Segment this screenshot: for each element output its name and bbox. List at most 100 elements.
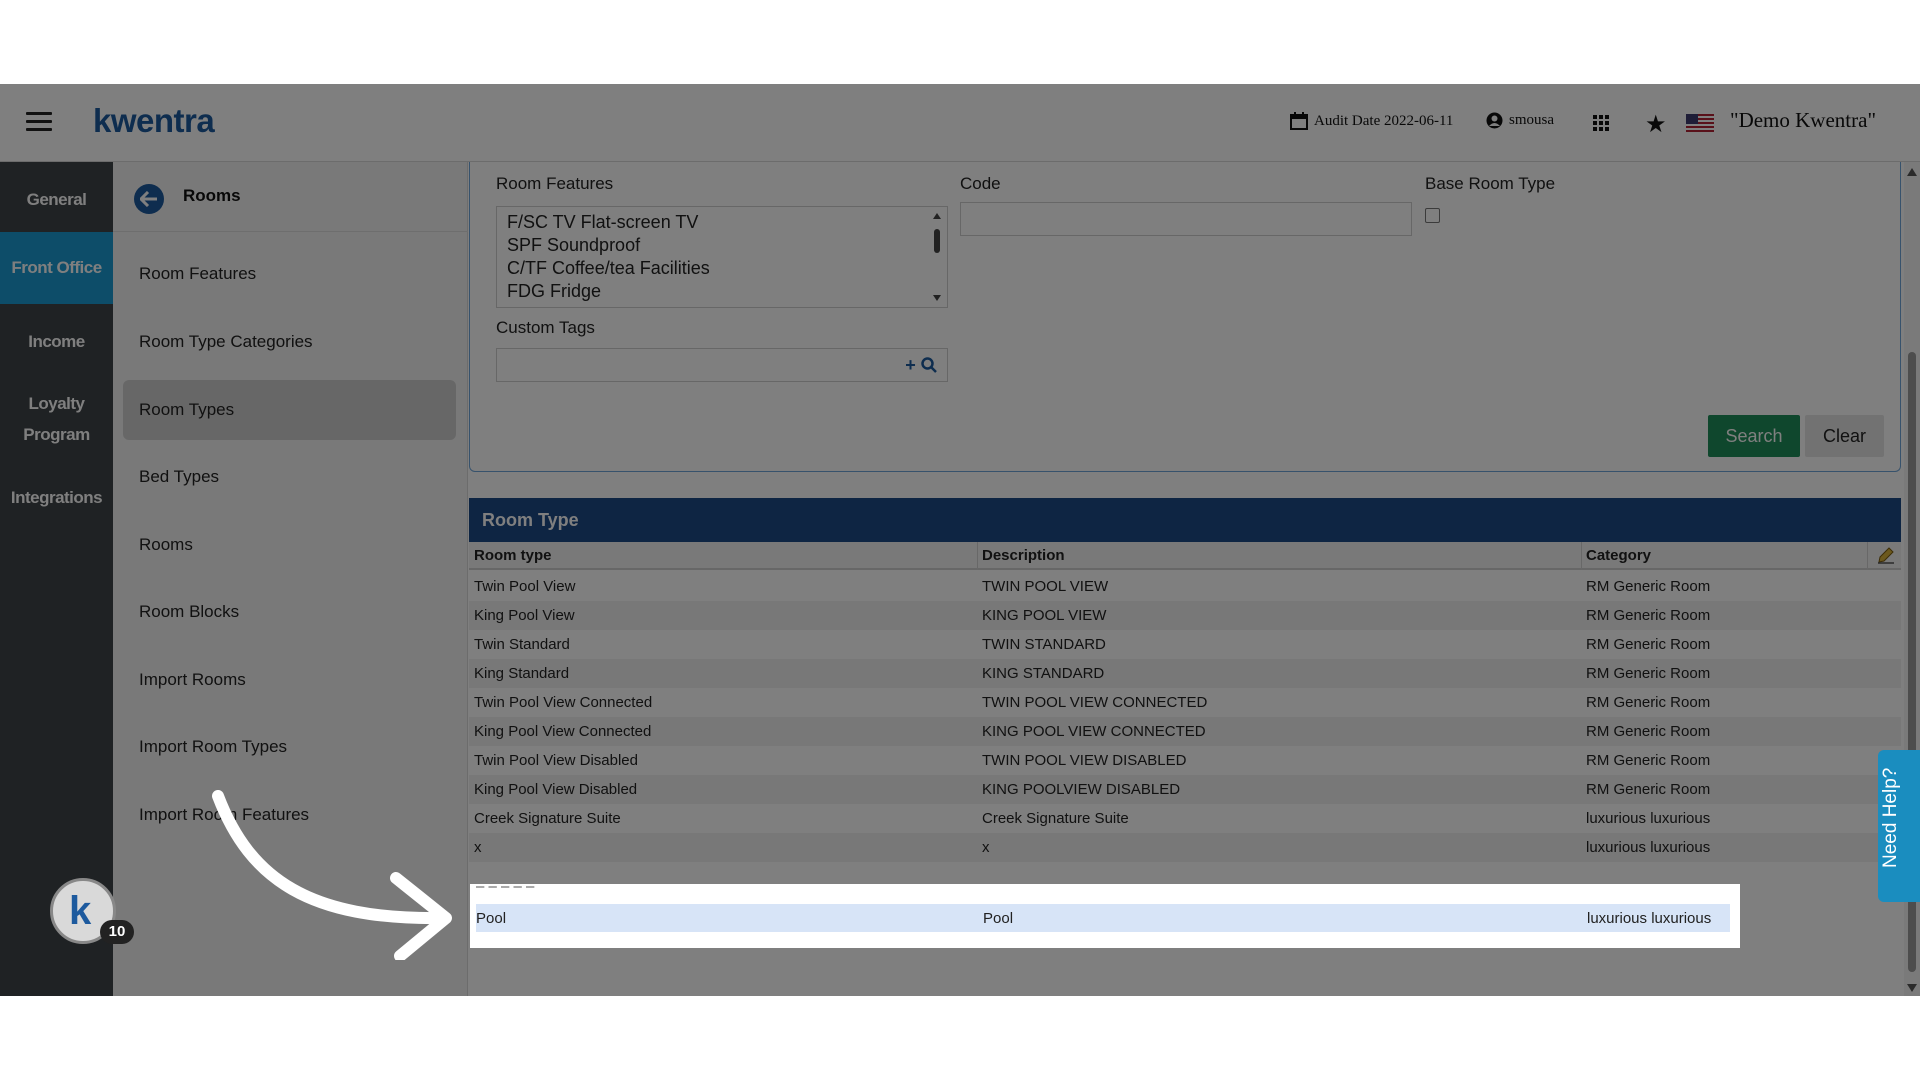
code-input[interactable] (960, 202, 1412, 236)
base-room-type-label: Base Room Type (1425, 174, 1556, 193)
search-button[interactable]: Search (1708, 415, 1800, 457)
edit-pencil-icon[interactable] (1876, 545, 1896, 565)
audit-date[interactable]: Audit Date 2022-06-11 (1290, 112, 1453, 130)
cell-description: KING POOLVIEW DISABLED (982, 781, 1181, 798)
table-row[interactable]: King Pool View Disabled KING POOLVIEW DIS… (469, 775, 1901, 804)
cell-description: TWIN POOL VIEW CONNECTED (982, 694, 1208, 711)
nav-general[interactable]: General (0, 184, 113, 216)
room-feature-option[interactable]: C/TF Coffee/tea Facilities (507, 257, 937, 280)
cell-description: KING POOL VIEW (982, 607, 1107, 624)
cell-description: TWIN STANDARD (982, 636, 1106, 653)
room-features-label: Room Features (496, 174, 614, 193)
cell-category: RM Generic Room (1586, 752, 1711, 769)
column-divider (1581, 542, 1582, 570)
nav-income[interactable]: Income (0, 326, 113, 358)
main-content: Room Features F/SC TV Flat-screen TV SPF… (469, 162, 1904, 996)
partial-row-above: – – – – – (476, 884, 535, 895)
us-flag-icon[interactable] (1686, 114, 1714, 134)
top-bar: kwentra Audit Date 2022-06-11 smousa ★ "… (0, 84, 1920, 162)
cell-room-type: x (474, 839, 482, 856)
room-feature-option[interactable]: F/SC TV Flat-screen TV (507, 211, 937, 234)
table-row[interactable]: Creek Signature Suite Creek Signature Sui… (469, 804, 1901, 833)
room-features-listbox[interactable]: F/SC TV Flat-screen TV SPF Soundproof C/… (496, 206, 948, 308)
cell-category: RM Generic Room (1586, 665, 1711, 682)
k-logo-icon: k (69, 889, 92, 933)
sidebar-item-import-rooms[interactable]: Import Rooms (123, 650, 456, 710)
cell-room-type: King Pool View Disabled (474, 781, 638, 798)
cell-description: KING STANDARD (982, 665, 1105, 682)
table-row[interactable]: Twin Pool View Connected TWIN POOL VIEW C… (469, 688, 1901, 717)
column-header-category[interactable]: Category (1586, 547, 1651, 564)
cell-category: luxurious luxurious (1586, 810, 1711, 827)
main-nav: General Front Office Income Loyalty Prog… (0, 162, 113, 996)
need-help-label: Need Help? (1880, 767, 1901, 868)
highlighted-table-row[interactable]: Pool Pool luxurious luxurious (476, 904, 1730, 932)
sidebar-item-room-features[interactable]: Room Features (123, 244, 456, 304)
scroll-up-icon[interactable] (1907, 168, 1917, 176)
cell-category: RM Generic Room (1586, 694, 1711, 711)
notification-count-badge: 10 (100, 920, 134, 944)
custom-tags-actions: + (895, 348, 948, 382)
column-header-room-type[interactable]: Room type (474, 547, 552, 564)
room-feature-option[interactable]: FDG Fridge (507, 280, 937, 303)
sidebar-title: Rooms (183, 186, 241, 205)
cell-category: RM Generic Room (1586, 636, 1711, 653)
cell-category: RM Generic Room (1586, 578, 1711, 595)
table-row[interactable]: King Pool View KING POOL VIEW RM Generic R… (469, 601, 1901, 630)
sidebar-item-rooms[interactable]: Rooms (123, 515, 456, 575)
table-row[interactable]: King Pool View Connected KING POOL VIEW C… (469, 717, 1901, 746)
cell-room-type: King Standard (474, 665, 570, 682)
nav-front-office[interactable]: Front Office (0, 232, 113, 304)
sidebar-item-room-types[interactable]: Room Types (123, 380, 456, 440)
cell-room-type: Twin Pool View Disabled (474, 752, 638, 769)
code-label: Code (960, 174, 1001, 193)
custom-tags-label: Custom Tags (496, 318, 595, 337)
nav-loyalty-program[interactable]: Loyalty Program (0, 388, 113, 450)
highlight-callout: – – – – – Pool Pool luxurious luxurious (470, 884, 1740, 948)
clear-button[interactable]: Clear (1805, 415, 1884, 457)
cell-category: RM Generic Room (1586, 607, 1711, 624)
organization-name[interactable]: "Demo Kwentra" (1730, 108, 1876, 133)
user-menu[interactable]: smousa (1486, 112, 1554, 129)
column-divider (1867, 542, 1868, 570)
need-help-tab[interactable]: Need Help? (1878, 750, 1920, 902)
table-row[interactable]: Twin Pool View TWIN POOL VIEW RM Generic R… (469, 572, 1901, 601)
cell-description: KING POOL VIEW CONNECTED (982, 723, 1206, 740)
sidebar-item-bed-types[interactable]: Bed Types (123, 447, 456, 507)
search-icon[interactable] (921, 357, 937, 373)
table-row[interactable]: x x luxurious luxurious (469, 833, 1901, 862)
hamburger-menu-icon[interactable] (26, 112, 52, 132)
sidebar-item-room-type-categories[interactable]: Room Type Categories (123, 312, 456, 372)
listbox-scrollbar[interactable] (931, 211, 943, 303)
sidebar-item-room-blocks[interactable]: Room Blocks (123, 582, 456, 642)
cell-room-type: Twin Standard (474, 636, 570, 653)
table-row[interactable]: King Standard KING STANDARD RM Generic Roo… (469, 659, 1901, 688)
column-header-description[interactable]: Description (982, 547, 1065, 564)
add-tag-icon[interactable]: + (905, 355, 916, 376)
cell-room-type: Twin Pool View (474, 578, 576, 595)
app-window: kwentra Audit Date 2022-06-11 smousa ★ "… (0, 84, 1920, 996)
calendar-icon (1290, 112, 1308, 130)
cell-category: luxurious luxurious (1586, 839, 1711, 856)
scroll-down-icon[interactable] (1907, 984, 1917, 992)
kwentra-logo[interactable]: kwentra (93, 102, 215, 140)
grid-title: Room Type (469, 498, 1901, 542)
base-room-type-checkbox[interactable] (1425, 208, 1440, 223)
back-arrow-icon[interactable] (134, 184, 164, 214)
cell-category: RM Generic Room (1586, 723, 1711, 740)
cell-room-type: Pool (476, 910, 507, 927)
cell-description: TWIN POOL VIEW (982, 578, 1109, 595)
table-row[interactable]: Twin Pool View Disabled TWIN POOL VIEW DI… (469, 746, 1901, 775)
favorites-star-icon[interactable]: ★ (1645, 110, 1667, 139)
user-icon (1486, 112, 1503, 129)
cell-category: luxurious luxurious (1587, 910, 1712, 927)
sidebar-item-import-room-types[interactable]: Import Room Types (123, 717, 456, 777)
nav-integrations[interactable]: Integrations (0, 482, 113, 514)
cell-description: Creek Signature Suite (982, 810, 1129, 827)
room-feature-option[interactable]: SPF Soundproof (507, 234, 937, 257)
audit-date-text: Audit Date 2022-06-11 (1314, 112, 1454, 129)
cell-room-type: King Pool View (474, 607, 575, 624)
table-row[interactable]: Twin Standard TWIN STANDARD RM Generic Roo… (469, 630, 1901, 659)
custom-tags-input[interactable] (496, 348, 896, 382)
apps-grid-icon[interactable] (1592, 114, 1616, 132)
